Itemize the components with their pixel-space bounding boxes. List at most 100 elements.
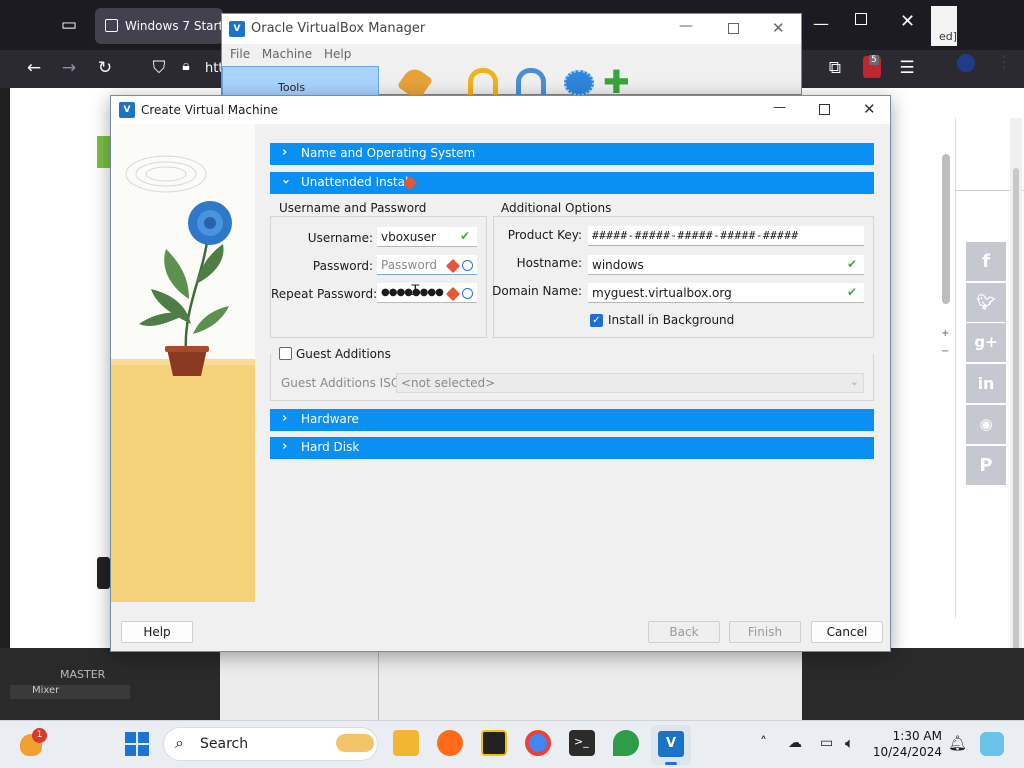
vbox-manager-titlebar: V Oracle VirtualBox Manager — ✕ (222, 14, 801, 44)
twitter-share-icon[interactable]: 🐦︎ (966, 283, 1006, 322)
new-vm-icon[interactable] (564, 70, 594, 96)
install-background-checkbox[interactable]: ✓ (590, 314, 603, 327)
account-icon[interactable] (957, 54, 975, 72)
virtualbox-icon: V (658, 731, 684, 757)
maximize-icon[interactable] (819, 104, 830, 115)
taskbar-search[interactable]: ⌕ Search (163, 727, 378, 761)
section-name-os[interactable]: › Name and Operating System (270, 143, 874, 165)
googleplus-share-icon[interactable]: g+ (966, 323, 1006, 362)
lock-icon: 🔒︎ (182, 58, 190, 74)
menu-help[interactable]: Help (324, 47, 351, 61)
background-scrollbar-thumb[interactable] (1013, 168, 1019, 708)
clock-time[interactable]: 1:30 AM (876, 729, 942, 743)
search-icon: ⌕ (175, 733, 184, 752)
page-scrollbar[interactable]: + − (938, 138, 954, 378)
browser-tab[interactable]: Windows 7 Starter (95, 8, 223, 44)
back-button[interactable]: Back (648, 621, 720, 643)
background-window-edge: ed] (931, 6, 957, 46)
background-scrollbar (1010, 118, 1022, 708)
network-icon[interactable]: ▭ (820, 735, 833, 751)
create-vm-dialog: V Create Virtual Machine — ✕ › Name and … (110, 95, 891, 652)
start-button[interactable] (125, 732, 149, 756)
chevron-down-icon: › (278, 178, 294, 185)
file-explorer-icon[interactable] (393, 730, 419, 756)
cloud-icon[interactable]: ☁ (788, 735, 802, 751)
product-key-field[interactable]: #####-#####-#####-#####-##### (588, 226, 864, 246)
chevron-right-icon: › (282, 439, 288, 454)
reddit-share-icon[interactable]: ◉ (966, 405, 1006, 444)
facebook-share-icon[interactable]: f (966, 242, 1006, 281)
password-label: Password: (312, 259, 373, 273)
finish-button[interactable]: Finish (729, 621, 801, 643)
add-icon[interactable]: ✚ (603, 66, 630, 98)
show-password-eye-icon[interactable] (462, 260, 473, 271)
show-password-eye-icon[interactable] (462, 288, 473, 299)
pycharm-icon[interactable] (481, 730, 507, 756)
vbox-manager-menubar: File Machine Help (222, 44, 801, 66)
section-hardware[interactable]: › Hardware (270, 409, 874, 431)
active-indicator (665, 762, 677, 765)
valid-check-icon: ✔ (460, 229, 471, 243)
clock-date[interactable]: 10/24/2024 (870, 745, 942, 759)
start-icon[interactable] (516, 68, 546, 96)
back-icon[interactable]: ← (21, 58, 47, 78)
volume-icon[interactable]: 🔈︎ (845, 734, 854, 752)
close-icon[interactable]: ✕ (863, 100, 876, 118)
flower-illustration (111, 124, 255, 602)
domain-name-field[interactable]: myguest.virtualbox.org (588, 283, 864, 303)
minimize-icon[interactable]: — (813, 14, 829, 33)
dialog-title: Create Virtual Machine (141, 103, 278, 117)
domain-name-label: Domain Name: (492, 284, 582, 298)
divider (378, 652, 379, 720)
bell-icon[interactable]: 🔔︎ (948, 734, 967, 752)
terminal-icon[interactable]: >_ (569, 730, 595, 756)
master-label: MASTER (60, 668, 106, 681)
group-title-username: Username and Password (279, 201, 427, 215)
virtualbox-taskbar-active[interactable]: V (651, 725, 691, 765)
menu-file[interactable]: File (230, 47, 250, 61)
section-unattended-install[interactable]: › Unattended Install (270, 172, 874, 194)
copilot-icon[interactable] (980, 732, 1004, 756)
taskbar (0, 720, 1024, 768)
discard-icon[interactable] (468, 68, 498, 96)
menu-machine[interactable]: Machine (262, 47, 312, 61)
pinterest-share-icon[interactable]: P (966, 446, 1006, 485)
reload-icon[interactable]: ↻ (92, 58, 118, 78)
extensions-icon[interactable]: ⧉ (822, 58, 848, 78)
chevron-up-icon[interactable]: ˄ (760, 735, 767, 751)
help-button[interactable]: Help (121, 621, 193, 643)
firefox-icon[interactable] (437, 730, 463, 756)
tab-manager-icon[interactable]: ▭ (56, 15, 82, 35)
maps-app-icon[interactable] (613, 730, 639, 756)
username-label: Username: (307, 231, 373, 245)
chrome-icon[interactable] (525, 730, 551, 756)
background-window-area (220, 652, 802, 720)
hostname-field[interactable]: windows (588, 255, 864, 275)
menu-icon[interactable]: ☰ (894, 58, 920, 78)
tools-item[interactable]: Tools (222, 66, 379, 96)
close-icon[interactable]: ✕ (900, 11, 915, 32)
shield-icon[interactable]: ⛉ (146, 58, 172, 78)
minimize-icon[interactable]: — (679, 18, 693, 34)
forward-icon[interactable]: → (56, 58, 82, 78)
section-hard-disk[interactable]: › Hard Disk (270, 437, 874, 459)
guest-additions-iso-select[interactable]: <not selected> ⌄ (396, 373, 864, 393)
scrollbar-thumb[interactable] (942, 154, 950, 304)
zoom-plus-icon[interactable]: + (941, 328, 949, 339)
repeat-password-label: Repeat Password: (271, 287, 378, 301)
more-options-icon[interactable]: ⋮ (996, 52, 1012, 71)
virtualbox-logo-icon: V (229, 21, 245, 37)
maximize-icon[interactable] (728, 23, 739, 34)
close-icon[interactable]: ✕ (772, 19, 785, 37)
page-logo-fragment (97, 136, 110, 168)
valid-check-icon: ✔ (847, 285, 858, 299)
mixer-tab[interactable]: Mixer (10, 685, 130, 699)
guest-additions-iso-label: Guest Additions ISO: (281, 376, 405, 390)
install-background-label[interactable]: Install in Background (608, 313, 734, 327)
maximize-icon[interactable] (855, 13, 867, 25)
cancel-button[interactable]: Cancel (811, 621, 883, 643)
zoom-minus-icon[interactable]: − (941, 346, 949, 357)
minimize-icon[interactable]: — (773, 100, 786, 115)
page-chat-icon[interactable] (97, 557, 110, 589)
linkedin-share-icon[interactable]: in (966, 364, 1006, 403)
